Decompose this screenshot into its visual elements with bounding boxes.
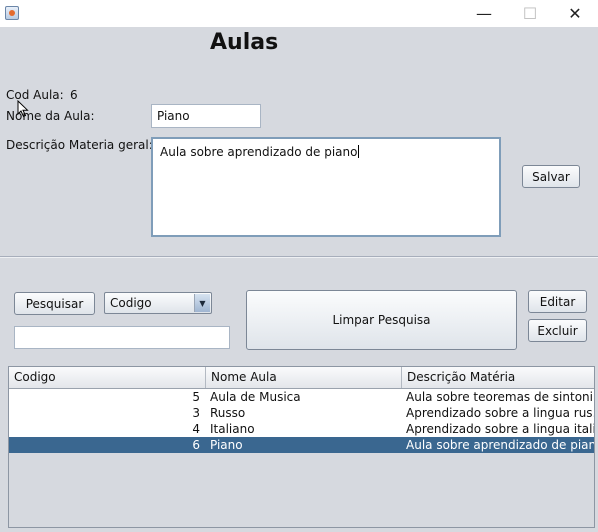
- text-caret: [358, 145, 360, 158]
- filter-select-value: Codigo: [110, 296, 152, 310]
- cell-nome: Russo: [210, 406, 246, 420]
- cell-descricao: Aula sobre teoremas de sintoni...: [406, 390, 595, 404]
- cell-nome: Piano: [210, 438, 243, 452]
- cell-descricao: Aprendizado sobre a lingua rus...: [406, 406, 595, 420]
- excluir-button[interactable]: Excluir: [528, 319, 587, 342]
- cell-codigo: 5: [192, 390, 200, 404]
- table-row[interactable]: 5 Aula de Musica Aula sobre teoremas de …: [9, 389, 594, 405]
- descricao-textarea-value: Aula sobre aprendizado de piano: [160, 145, 358, 159]
- table-row[interactable]: 4 Italiano Aprendizado sobre a lingua it…: [9, 421, 594, 437]
- salvar-button[interactable]: Salvar: [522, 165, 580, 188]
- cell-descricao: Aprendizado sobre a lingua itali...: [406, 422, 595, 436]
- pesquisar-button-label: Pesquisar: [25, 296, 84, 311]
- cell-codigo: 4: [192, 422, 200, 436]
- table-row-selected[interactable]: 6 Piano Aula sobre aprendizado de piano: [9, 437, 594, 453]
- chevron-down-icon[interactable]: ▼: [194, 294, 210, 312]
- maximize-button[interactable]: ☐: [507, 0, 553, 27]
- filter-select[interactable]: Codigo ▼: [104, 292, 212, 314]
- cell-nome: Italiano: [210, 422, 255, 436]
- cod-aula-label: Cod Aula:: [6, 88, 64, 102]
- cod-aula-value: 6: [70, 88, 78, 102]
- aulas-table[interactable]: Codigo Nome Aula Descrição Matéria 5 Aul…: [8, 366, 595, 528]
- excluir-button-label: Excluir: [537, 323, 578, 338]
- column-header-codigo[interactable]: Codigo: [9, 367, 206, 388]
- pesquisar-button[interactable]: Pesquisar: [14, 292, 95, 315]
- cell-codigo: 3: [192, 406, 200, 420]
- minimize-button[interactable]: —: [461, 0, 507, 27]
- table-body: 5 Aula de Musica Aula sobre teoremas de …: [9, 389, 594, 527]
- page-title: Aulas: [210, 30, 279, 55]
- section-divider-highlight: [0, 257, 598, 258]
- cell-descricao: Aula sobre aprendizado de piano: [406, 438, 595, 452]
- salvar-button-label: Salvar: [532, 169, 570, 184]
- table-row[interactable]: 3 Russo Aprendizado sobre a lingua rus..…: [9, 405, 594, 421]
- editar-button-label: Editar: [539, 294, 576, 309]
- nome-aula-label: Nome da Aula:: [6, 109, 95, 123]
- close-button[interactable]: ✕: [552, 0, 598, 27]
- java-app-icon: [5, 6, 19, 20]
- editar-button[interactable]: Editar: [528, 290, 587, 313]
- descricao-textarea[interactable]: Aula sobre aprendizado de piano: [151, 137, 501, 237]
- table-header: Codigo Nome Aula Descrição Matéria: [9, 367, 594, 389]
- descricao-label: Descrição Materia geral:: [6, 138, 153, 152]
- limpar-pesquisa-label: Limpar Pesquisa: [332, 313, 431, 327]
- cell-codigo: 6: [192, 438, 200, 452]
- limpar-pesquisa-button[interactable]: Limpar Pesquisa: [246, 290, 517, 350]
- column-header-nome-aula[interactable]: Nome Aula: [206, 367, 402, 388]
- nome-aula-input[interactable]: Piano: [151, 104, 261, 128]
- nome-aula-input-value: Piano: [157, 109, 190, 123]
- cell-nome: Aula de Musica: [210, 390, 301, 404]
- column-header-descricao[interactable]: Descrição Matéria: [402, 367, 594, 388]
- search-input[interactable]: [14, 326, 230, 349]
